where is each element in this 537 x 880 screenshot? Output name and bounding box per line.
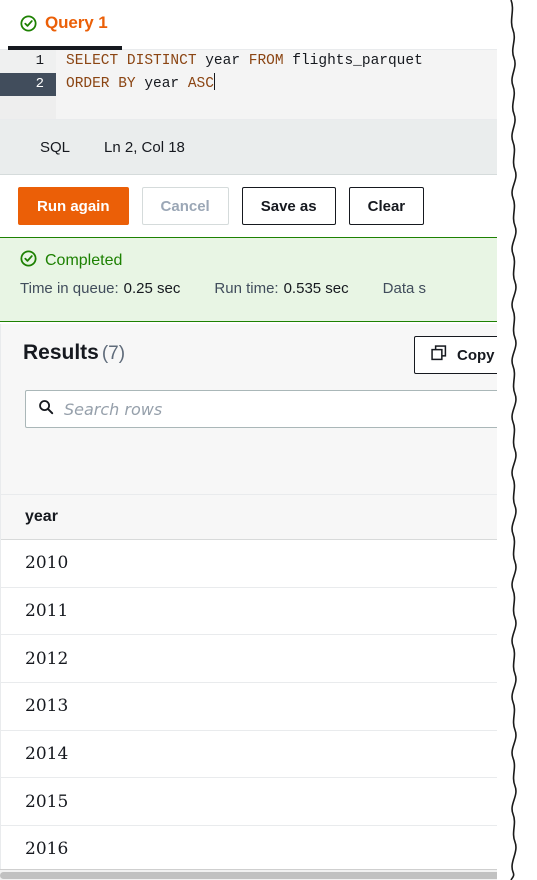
table-row[interactable]: 2012 <box>1 635 537 684</box>
cancel-button: Cancel <box>141 187 229 225</box>
editor-empty-area[interactable] <box>0 96 537 119</box>
line-number-active: 2 <box>0 73 56 96</box>
query-status-banner: Completed Time in queue: 0.25 sec Run tim… <box>0 237 537 322</box>
banner-status-row: Completed <box>20 250 537 272</box>
cell-year: 2014 <box>25 744 69 765</box>
sql-keyword: FROM <box>248 53 293 69</box>
scrollbar-thumb[interactable] <box>0 872 500 879</box>
editor-language-label: SQL <box>40 138 71 156</box>
status-text: Completed <box>45 252 123 269</box>
table-row[interactable]: 2016 <box>1 826 537 874</box>
search-icon <box>38 399 54 420</box>
banner-stats-row: Time in queue: 0.25 sec Run time: 0.535 se… <box>20 280 537 297</box>
table-row[interactable]: 2013 <box>1 683 537 731</box>
horizontal-scrollbar[interactable] <box>0 869 537 880</box>
check-circle-icon <box>20 250 37 272</box>
time-in-queue-stat: Time in queue: 0.25 sec <box>20 280 180 297</box>
tab-query-1[interactable]: Query 1 <box>8 0 122 50</box>
column-header-year[interactable]: year <box>25 508 58 526</box>
sql-keyword: ASC <box>187 76 214 92</box>
search-rows-box[interactable]: Search rows <box>25 390 537 428</box>
copy-button[interactable]: Copy <box>414 336 512 374</box>
cell-year: 2015 <box>25 791 69 812</box>
stat-value: 0.535 sec <box>283 280 349 297</box>
sql-identifier: year <box>205 53 249 69</box>
table-row[interactable]: 2011 <box>1 587 537 636</box>
stat-value: 0.25 sec <box>123 280 181 297</box>
search-input[interactable]: Search rows <box>64 400 162 419</box>
results-title-text: Results <box>23 341 99 364</box>
sql-keyword: ORDER BY <box>66 76 145 92</box>
table-row[interactable]: 2015 <box>1 778 537 827</box>
cell-year: 2012 <box>25 648 69 669</box>
sql-keyword: SELECT DISTINCT <box>66 53 206 69</box>
copy-icon <box>431 345 447 365</box>
query-editor-page: Query 1 1 SELECT DISTINCT year FROM flig… <box>0 0 537 880</box>
table-row[interactable]: 2014 <box>1 730 537 779</box>
results-title: Results (7) <box>23 341 125 365</box>
stat-label: Run time: <box>214 280 279 297</box>
tab-label: Query 1 <box>45 13 108 32</box>
results-count: (7) <box>101 343 126 364</box>
code-line-2[interactable]: 2 ORDER BY year ASC <box>0 73 537 96</box>
cell-year: 2016 <box>25 839 69 860</box>
sql-identifier: year <box>144 76 188 92</box>
code-line-1[interactable]: 1 SELECT DISTINCT year FROM flights_parq… <box>0 50 537 73</box>
run-time-stat: Run time: 0.535 sec <box>214 280 348 297</box>
save-as-button[interactable]: Save as <box>241 187 336 225</box>
code-line-content[interactable]: ORDER BY year ASC <box>56 73 537 96</box>
sql-identifier: flights_parquet <box>292 53 423 69</box>
clear-button[interactable]: Clear <box>348 187 425 225</box>
check-circle-icon <box>20 14 37 32</box>
results-table: year 2010 2011 2012 2013 2014 2015 2016 <box>0 494 537 874</box>
run-again-button[interactable]: Run again <box>18 187 129 225</box>
data-scanned-stat: Data s <box>383 280 426 297</box>
cell-year: 2011 <box>25 601 69 622</box>
cell-year: 2013 <box>25 696 69 717</box>
editor-status-bar: SQL Ln 2, Col 18 <box>0 120 537 175</box>
cursor-position-label: Ln 2, Col 18 <box>104 138 185 156</box>
copy-label: Copy <box>457 346 495 364</box>
code-line-content[interactable]: SELECT DISTINCT year FROM flights_parque… <box>56 50 537 73</box>
stat-label: Time in queue: <box>20 280 119 297</box>
query-tab-bar: Query 1 <box>0 0 537 50</box>
text-caret <box>213 73 215 90</box>
table-row[interactable]: 2010 <box>1 540 537 588</box>
results-search-area: Search rows <box>0 384 537 494</box>
cell-year: 2010 <box>25 553 69 574</box>
stat-label: Data s <box>382 280 426 297</box>
editor-action-bar: Run again Cancel Save as Clear <box>0 176 537 236</box>
line-number: 1 <box>0 50 56 73</box>
table-header-row: year <box>1 494 537 540</box>
sql-code-editor[interactable]: 1 SELECT DISTINCT year FROM flights_parq… <box>0 50 537 120</box>
